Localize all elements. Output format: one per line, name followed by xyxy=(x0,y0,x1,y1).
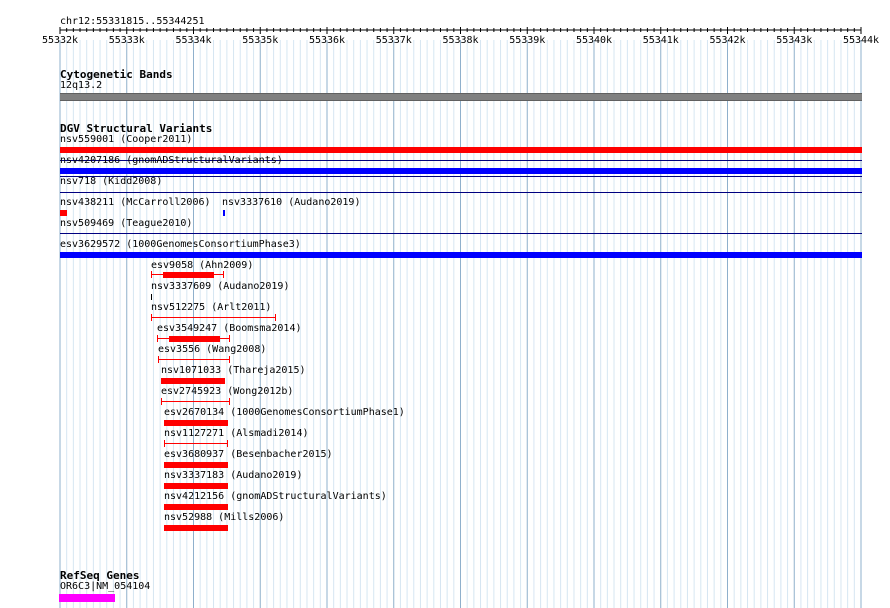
variant-bar[interactable] xyxy=(151,294,152,300)
ruler-tick-label: 55343k xyxy=(776,35,813,46)
ruler-tick-label: 55340k xyxy=(575,35,613,46)
ruler-tick-label: 55337k xyxy=(375,35,412,46)
row-separator xyxy=(60,233,862,234)
variant-label[interactable]: nsv438211 (McCarroll2006) xyxy=(60,197,211,209)
variant-bar[interactable] xyxy=(161,378,225,384)
ruler-tick-label: 55336k xyxy=(308,35,346,46)
ruler-tick-label: 55332k xyxy=(41,35,79,46)
variant-bar[interactable] xyxy=(164,462,228,468)
ruler-tick-label: 55334k xyxy=(175,35,212,46)
cytoband-label: 12q13.2 xyxy=(60,80,103,91)
ruler-tick-label: 55344k xyxy=(842,35,880,46)
ruler-tick-label: 55335k xyxy=(242,35,279,46)
variant-label[interactable]: nsv3337610 (Audano2019) xyxy=(222,197,360,209)
variant-bar[interactable] xyxy=(60,168,862,174)
ruler-tick-label: 55338k xyxy=(442,35,479,46)
location-label: chr12:55331815..55344251 xyxy=(60,16,205,27)
refseq-gene-bar[interactable] xyxy=(59,594,115,602)
variant-label[interactable]: esv3680937 (Besenbacher2015) xyxy=(164,449,333,461)
ruler-tick-label: 55333k xyxy=(108,35,145,46)
variant-bar[interactable] xyxy=(60,147,862,153)
variant-label[interactable]: nsv1127271 (Alsmadi2014) xyxy=(164,428,309,440)
variant-bar[interactable] xyxy=(164,483,228,489)
variant-label[interactable]: esv3629572 (1000GenomesConsortiumPhase3) xyxy=(60,239,301,251)
variant-label[interactable]: esv3556 (Wang2008) xyxy=(158,344,266,356)
variant-bar-core[interactable] xyxy=(169,336,220,342)
variant-label[interactable]: nsv4212156 (gnomADStructuralVariants) xyxy=(164,491,387,503)
variant-bar[interactable] xyxy=(60,210,67,216)
variant-bar[interactable] xyxy=(223,210,225,216)
variant-bar[interactable] xyxy=(164,525,228,531)
refseq-gene-label: OR6C3|NM_054104 xyxy=(60,581,151,592)
variant-label[interactable]: nsv559001 (Cooper2011) xyxy=(60,134,192,146)
variant-label[interactable]: esv2745923 (Wong2012b) xyxy=(161,386,293,398)
variant-label[interactable]: nsv3337609 (Audano2019) xyxy=(151,281,289,293)
ruler-tick-label: 55341k xyxy=(642,35,679,46)
variant-label[interactable]: esv9058 (Ahn2009) xyxy=(151,260,253,272)
variant-label[interactable]: nsv1071033 (Thareja2015) xyxy=(161,365,306,377)
ruler-tick-label: 55342k xyxy=(709,35,746,46)
variant-label[interactable]: nsv509469 (Teague2010) xyxy=(60,218,192,230)
row-separator xyxy=(60,176,862,177)
variant-bar[interactable] xyxy=(164,420,228,426)
variant-bar[interactable] xyxy=(164,504,228,510)
variant-label[interactable]: nsv718 (Kidd2008) xyxy=(60,176,162,188)
variant-label[interactable]: nsv512275 (Arlt2011) xyxy=(151,302,271,314)
variant-label[interactable]: nsv4207186 (gnomADStructuralVariants) xyxy=(60,155,283,167)
background-grid xyxy=(59,27,862,608)
variant-label[interactable]: esv3549247 (Boomsma2014) xyxy=(157,323,302,335)
variant-bar[interactable] xyxy=(161,398,230,405)
variant-bar-core[interactable] xyxy=(163,272,214,278)
variant-label[interactable]: nsv52988 (Mills2006) xyxy=(164,512,284,524)
variant-label[interactable]: esv2670134 (1000GenomesConsortiumPhase1) xyxy=(164,407,405,419)
row-separator xyxy=(60,192,862,193)
cytoband-bar[interactable] xyxy=(60,93,862,101)
variant-bar[interactable] xyxy=(164,440,228,447)
variant-label[interactable]: nsv3337183 (Audano2019) xyxy=(164,470,302,482)
variant-bar[interactable] xyxy=(151,314,276,321)
variant-bar[interactable] xyxy=(60,252,862,258)
variant-bar[interactable] xyxy=(158,356,230,363)
ruler-tick-label: 55339k xyxy=(509,35,546,46)
